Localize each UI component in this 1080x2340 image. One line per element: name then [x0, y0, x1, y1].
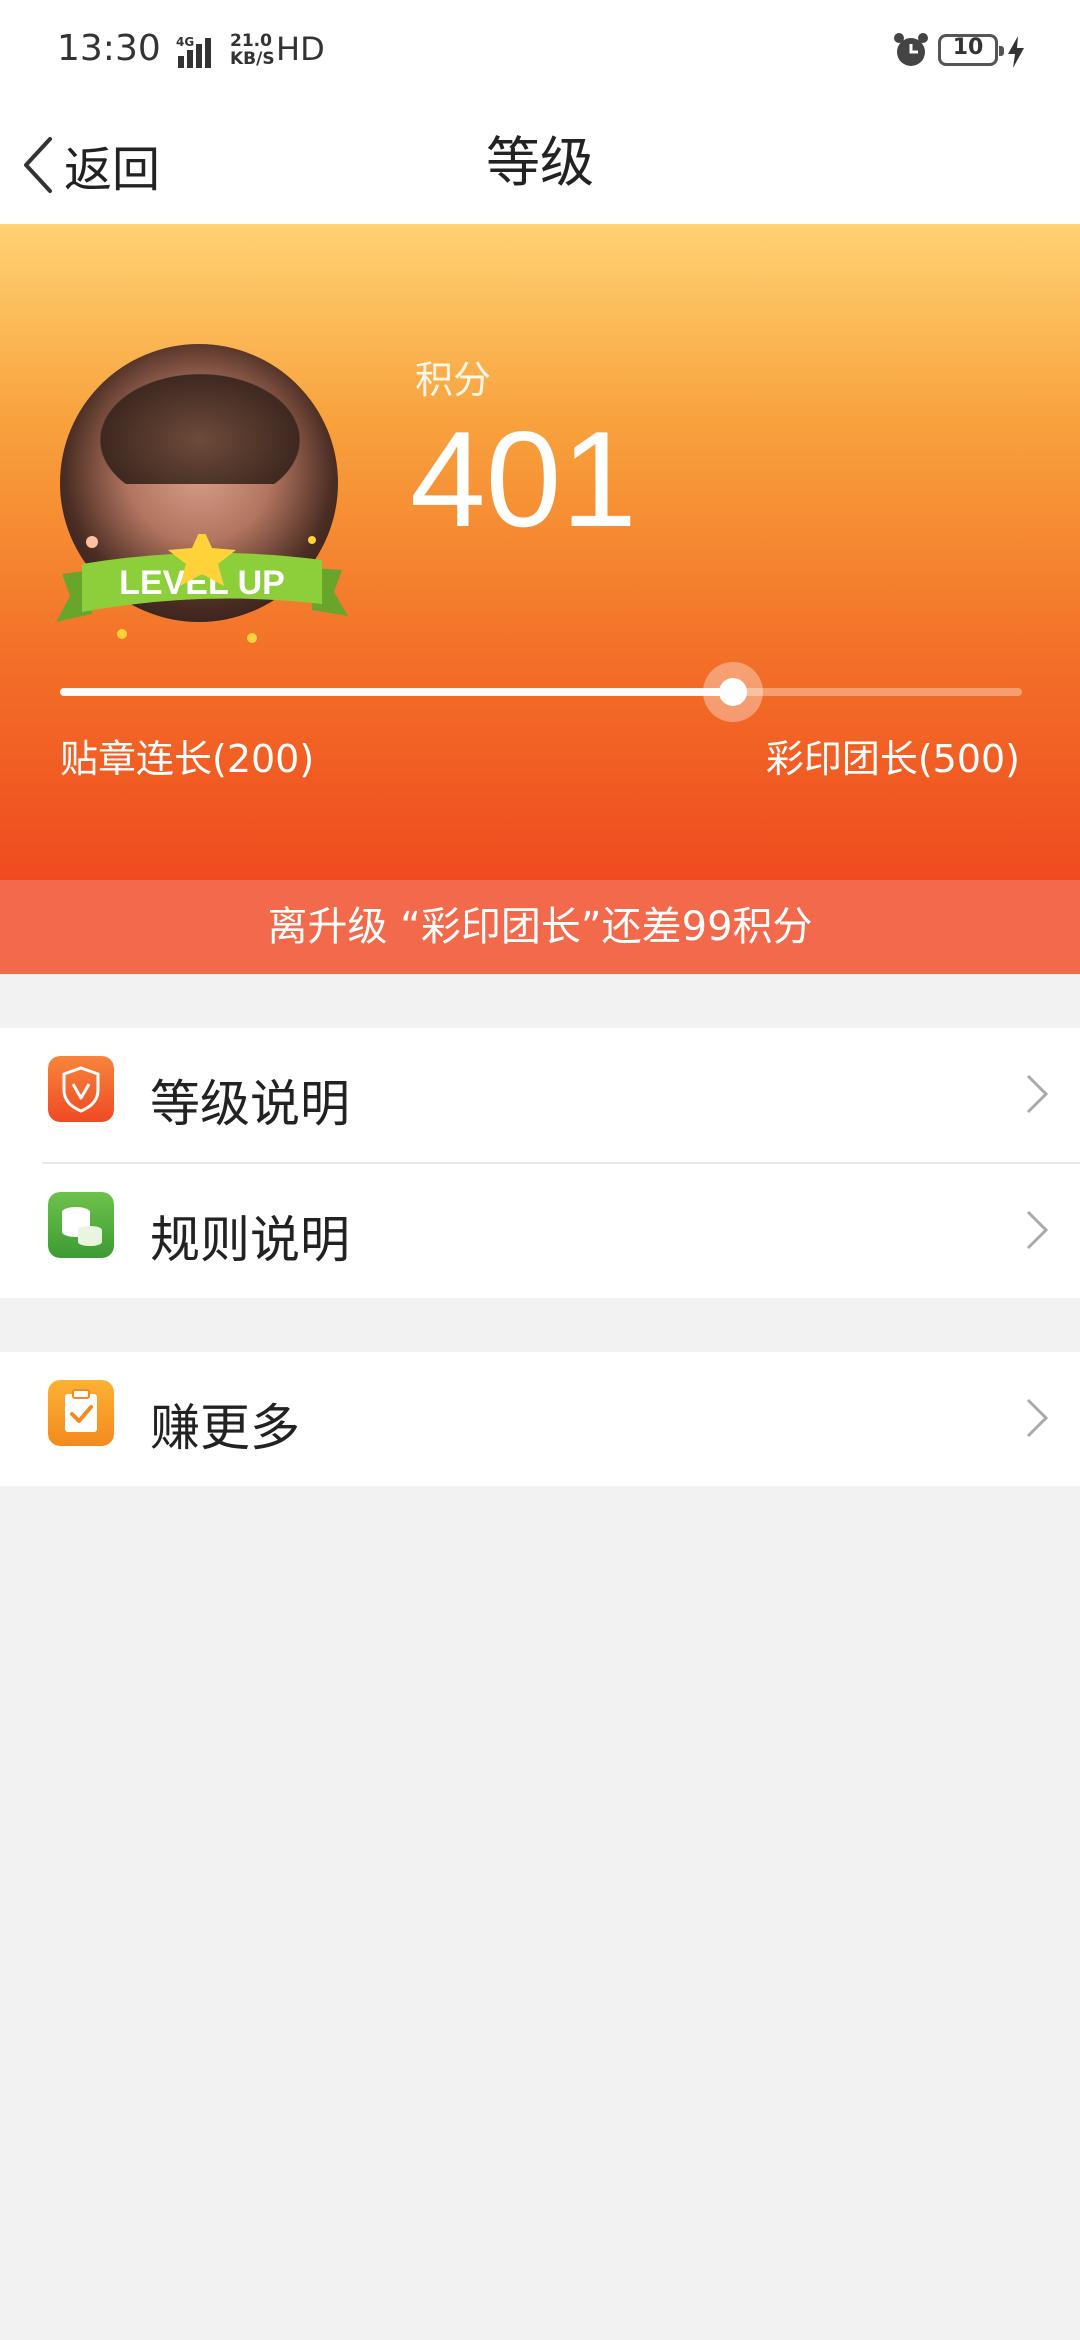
battery-level: 10 [952, 35, 984, 60]
status-time: 13:30 [57, 28, 161, 69]
clipboard-check-icon [48, 1380, 114, 1446]
hd-indicator: HD [276, 30, 325, 68]
upgrade-hint-banner: 离升级 “彩印团长”还差99积分 [0, 880, 1080, 974]
network-speed: 21.0 KB/S [230, 32, 275, 68]
menu-item-rules[interactable]: 规则说明 [42, 1162, 1080, 1298]
speed-unit: KB/S [230, 49, 275, 69]
progress-knob [703, 662, 764, 722]
signal-icon: 4G [176, 35, 211, 68]
earn-menu: 赚更多 [0, 1352, 1080, 1486]
next-level-label: 彩印团长(500) [765, 737, 1020, 781]
menu-item-earn-more[interactable]: 赚更多 [0, 1352, 1080, 1486]
menu-item-label: 规则说明 [150, 1211, 350, 1269]
status-bar: 13:30 4G 21.0 KB/S HD 10 [0, 0, 1080, 104]
network-type: 4G [176, 35, 194, 49]
menu-item-label: 赚更多 [150, 1399, 300, 1457]
info-menu: 等级说明 规则说明 [0, 1028, 1080, 1298]
points-value: 401 [410, 403, 637, 555]
chevron-right-icon [1026, 1398, 1049, 1438]
current-level-label: 贴章连长(200) [60, 737, 315, 781]
battery-icon: 10 [938, 34, 1004, 66]
progress-fill [60, 688, 734, 696]
level-header: LEVEL UP 积分 401 贴章连长(200) 彩印团长(500) [0, 224, 1080, 880]
avatar-container: LEVEL UP [56, 344, 348, 643]
speed-value: 21.0 [230, 31, 272, 51]
points-label: 积分 [415, 358, 492, 402]
shield-v-icon [48, 1056, 114, 1122]
coins-icon [48, 1192, 114, 1258]
level-progress-bar [60, 662, 1022, 722]
nav-bar: 返回 等级 [0, 104, 1080, 224]
page-title: 等级 [486, 131, 594, 194]
menu-item-level-info[interactable]: 等级说明 [0, 1028, 1080, 1162]
charging-icon [1008, 36, 1024, 68]
chevron-right-icon [1026, 1074, 1049, 1114]
chevron-right-icon [1026, 1210, 1049, 1250]
menu-item-label: 等级说明 [150, 1075, 350, 1133]
alarm-icon [894, 33, 928, 66]
level-up-badge: LEVEL UP [56, 534, 348, 643]
